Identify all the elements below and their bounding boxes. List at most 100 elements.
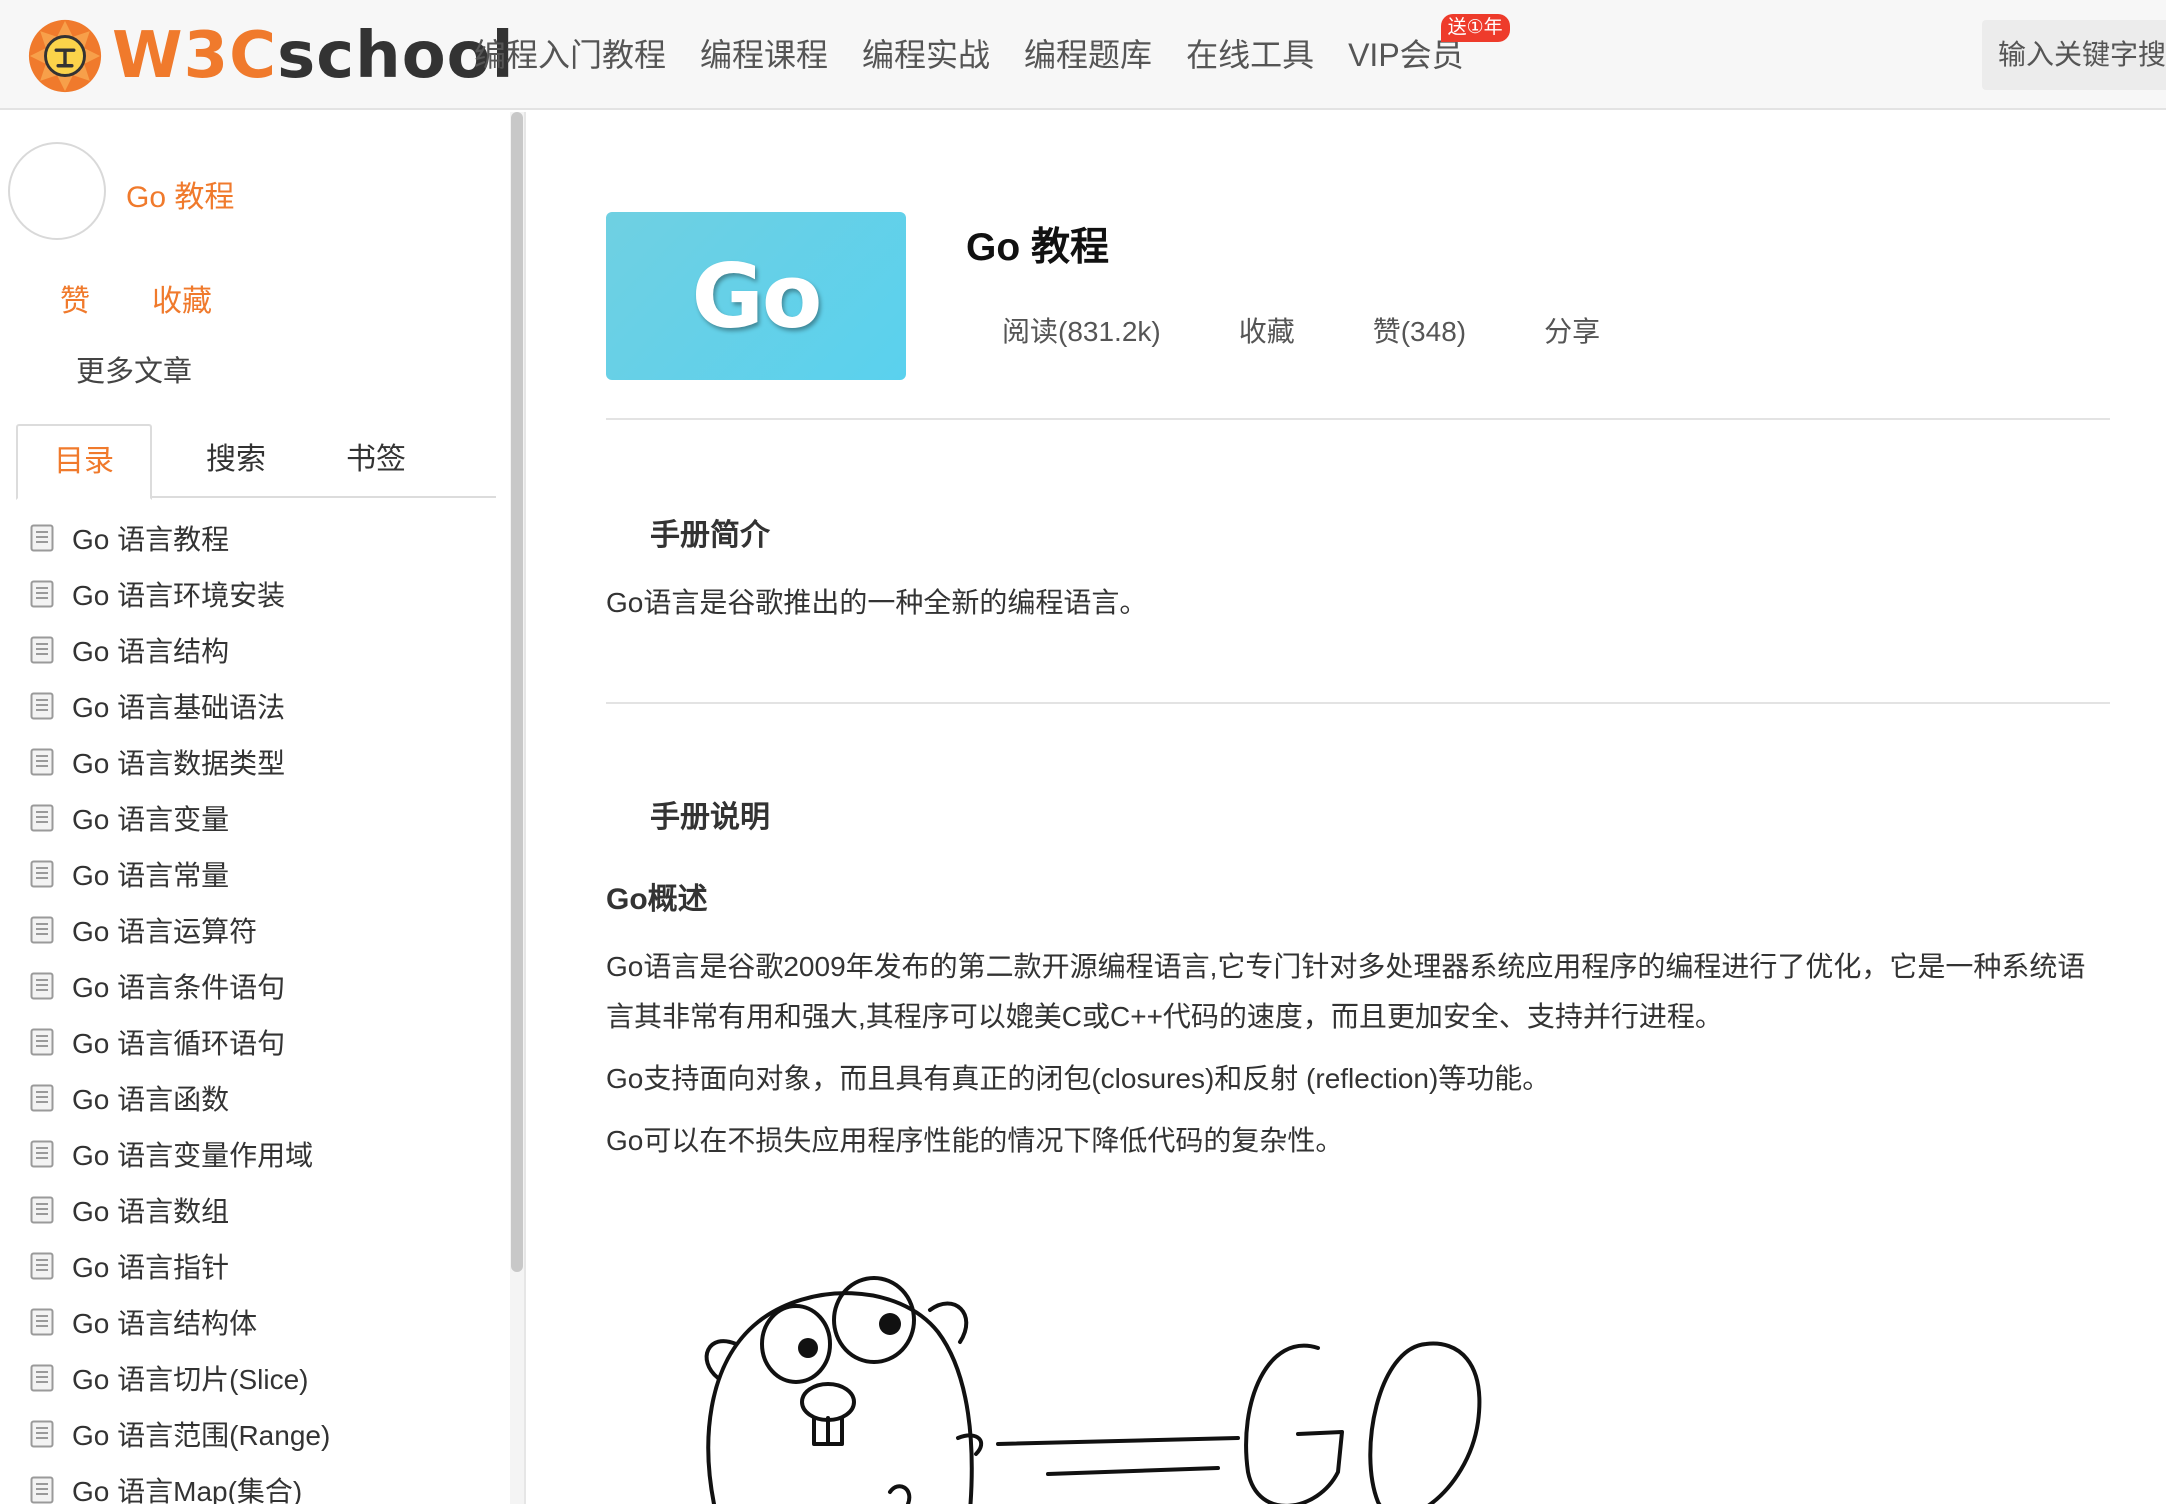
toc-item[interactable]: Go 语言教程 xyxy=(30,510,500,566)
search-box xyxy=(1982,20,2166,90)
document-icon xyxy=(30,636,54,664)
logo-w3c: W3C xyxy=(112,19,278,93)
document-icon xyxy=(30,1028,54,1056)
document-icon xyxy=(30,972,54,1000)
document-icon xyxy=(30,1084,54,1112)
document-icon xyxy=(30,1308,54,1336)
search-input[interactable] xyxy=(1982,20,2166,90)
like-count-button[interactable]: 赞(348) xyxy=(1373,310,1466,350)
toc-item[interactable]: Go 语言常量 xyxy=(30,846,500,902)
course-banner: Go xyxy=(606,212,906,380)
toc-item-label: Go 语言教程 xyxy=(72,524,230,555)
toc-item[interactable]: Go 语言结构体 xyxy=(30,1294,500,1350)
toc-item-label: Go 语言运算符 xyxy=(72,916,258,947)
toc-item-label: Go 语言变量作用域 xyxy=(72,1140,314,1171)
document-icon xyxy=(30,580,54,608)
document-icon xyxy=(30,1420,54,1448)
overview-heading: Go概述 xyxy=(606,883,708,916)
overview-paragraph-2: Go支持面向对象，而且具有真正的闭包(closures)和反射 (reflect… xyxy=(606,1063,1551,1094)
toc-item-label: Go 语言常量 xyxy=(72,860,230,891)
toc-item[interactable]: Go 语言数组 xyxy=(30,1182,500,1238)
go-gopher-illustration xyxy=(704,1276,1482,1504)
top-header: W3Cschool 编程入门教程 编程课程 编程实战 编程题库 在线工具 VIP… xyxy=(0,0,2166,110)
toc-item-label: Go 语言Map(集合) xyxy=(72,1476,303,1504)
share-button[interactable]: 分享 xyxy=(1544,310,1600,350)
toc-item[interactable]: Go 语言Map(集合) xyxy=(30,1462,500,1504)
toc-item[interactable]: Go 语言变量 xyxy=(30,790,500,846)
toc-item-label: Go 语言指针 xyxy=(72,1252,230,1283)
nav-beginner-tutorials[interactable]: 编程入门教程 xyxy=(474,30,666,80)
toc-item[interactable]: Go 语言指针 xyxy=(30,1238,500,1294)
nav-courses[interactable]: 编程课程 xyxy=(700,30,828,80)
vip-promo-badge: 送①年 xyxy=(1440,14,1510,42)
overview-paragraph-3: Go可以在不损失应用程序性能的情况下降低代码的复杂性。 xyxy=(606,1125,1344,1156)
toc-item[interactable]: Go 语言数据类型 xyxy=(30,734,500,790)
lion-logo-icon xyxy=(28,19,102,93)
toc-item-label: Go 语言条件语句 xyxy=(72,972,286,1003)
toc-item[interactable]: Go 语言切片(Slice) xyxy=(30,1350,500,1406)
toc-item-label: Go 语言结构 xyxy=(72,636,230,667)
toc-item-label: Go 语言循环语句 xyxy=(72,1028,286,1059)
toc-item[interactable]: Go 语言基础语法 xyxy=(30,678,500,734)
main-nav: 编程入门教程 编程课程 编程实战 编程题库 在线工具 VIP会员 送①年 xyxy=(474,14,1510,80)
toc-item-label: Go 语言环境安装 xyxy=(72,580,286,611)
toc-item-label: Go 语言数组 xyxy=(72,1196,230,1227)
document-icon xyxy=(30,692,54,720)
document-icon xyxy=(30,1196,54,1224)
tab-search[interactable]: 搜索 xyxy=(176,424,296,498)
toc-item[interactable]: Go 语言函数 xyxy=(30,1070,500,1126)
course-avatar xyxy=(8,142,106,240)
toc-item-label: Go 语言切片(Slice) xyxy=(72,1364,309,1395)
document-icon xyxy=(30,916,54,944)
document-icon xyxy=(30,860,54,888)
read-count: 阅读(831.2k) xyxy=(1002,316,1161,347)
sidebar-tabs: 目录 搜索 书签 xyxy=(16,424,496,500)
nav-vip-label: VIP会员 xyxy=(1348,37,1464,73)
document-icon xyxy=(30,1252,54,1280)
main-content: Go Go 教程 阅读(831.2k) 收藏 赞(348) 分享 手册简介 Go… xyxy=(528,112,2166,1504)
banner-go-text: Go xyxy=(691,244,823,348)
sidebar: Go 教程 赞 收藏 更多文章 目录 搜索 书签 Go 语言教程 Go 语言环境安… xyxy=(0,112,526,1504)
more-articles-link[interactable]: 更多文章 xyxy=(76,348,192,390)
sidebar-scrollbar-thumb[interactable] xyxy=(511,112,523,1272)
toc-item-label: Go 语言数据类型 xyxy=(72,748,286,779)
divider xyxy=(606,418,2110,420)
page-title: Go 教程 xyxy=(966,226,1109,269)
document-icon xyxy=(30,804,54,832)
nav-question-bank[interactable]: 编程题库 xyxy=(1024,30,1152,80)
toc-item[interactable]: Go 语言环境安装 xyxy=(30,566,500,622)
like-button[interactable]: 赞 xyxy=(60,276,90,320)
w3cschool-logo[interactable]: W3Cschool xyxy=(26,16,515,96)
toc-item-label: Go 语言变量 xyxy=(72,804,230,835)
sidebar-course-title[interactable]: Go 教程 xyxy=(126,172,234,216)
document-icon xyxy=(30,748,54,776)
intro-text: Go语言是谷歌推出的一种全新的编程语言。 xyxy=(606,587,1148,618)
tab-toc[interactable]: 目录 xyxy=(16,424,152,500)
notes-heading: 手册说明 xyxy=(650,801,770,834)
intro-heading: 手册简介 xyxy=(650,519,770,552)
favorite-button[interactable]: 收藏 xyxy=(152,276,212,320)
toc-item[interactable]: Go 语言范围(Range) xyxy=(30,1406,500,1462)
document-icon xyxy=(30,1140,54,1168)
toc-list: Go 语言教程 Go 语言环境安装 Go 语言结构 Go 语言基础语法 Go 语言数据类… xyxy=(30,510,500,1504)
article-stats: 阅读(831.2k) 收藏 赞(348) 分享 xyxy=(1002,310,1678,350)
document-icon xyxy=(30,1476,54,1504)
nav-vip[interactable]: VIP会员 送①年 xyxy=(1348,14,1510,80)
toc-item[interactable]: Go 语言结构 xyxy=(30,622,500,678)
toc-item-label: Go 语言函数 xyxy=(72,1084,230,1115)
toc-item[interactable]: Go 语言循环语句 xyxy=(30,1014,500,1070)
favorite-link[interactable]: 收藏 xyxy=(1239,310,1295,350)
overview-paragraph-1: Go语言是谷歌2009年发布的第二款开源编程语言,它专门针对多处理器系统应用程序… xyxy=(606,951,2086,1032)
toc-item-label: Go 语言结构体 xyxy=(72,1308,258,1339)
toc-item[interactable]: Go 语言运算符 xyxy=(30,902,500,958)
toc-item-label: Go 语言基础语法 xyxy=(72,692,286,723)
tab-bookmarks[interactable]: 书签 xyxy=(316,424,436,498)
toc-item[interactable]: Go 语言变量作用域 xyxy=(30,1126,500,1182)
document-icon xyxy=(30,1364,54,1392)
nav-online-tools[interactable]: 在线工具 xyxy=(1186,30,1314,80)
nav-practice[interactable]: 编程实战 xyxy=(862,30,990,80)
toc-item[interactable]: Go 语言条件语句 xyxy=(30,958,500,1014)
logo-text: W3Cschool xyxy=(112,24,515,88)
document-icon xyxy=(30,524,54,552)
divider xyxy=(606,702,2110,704)
